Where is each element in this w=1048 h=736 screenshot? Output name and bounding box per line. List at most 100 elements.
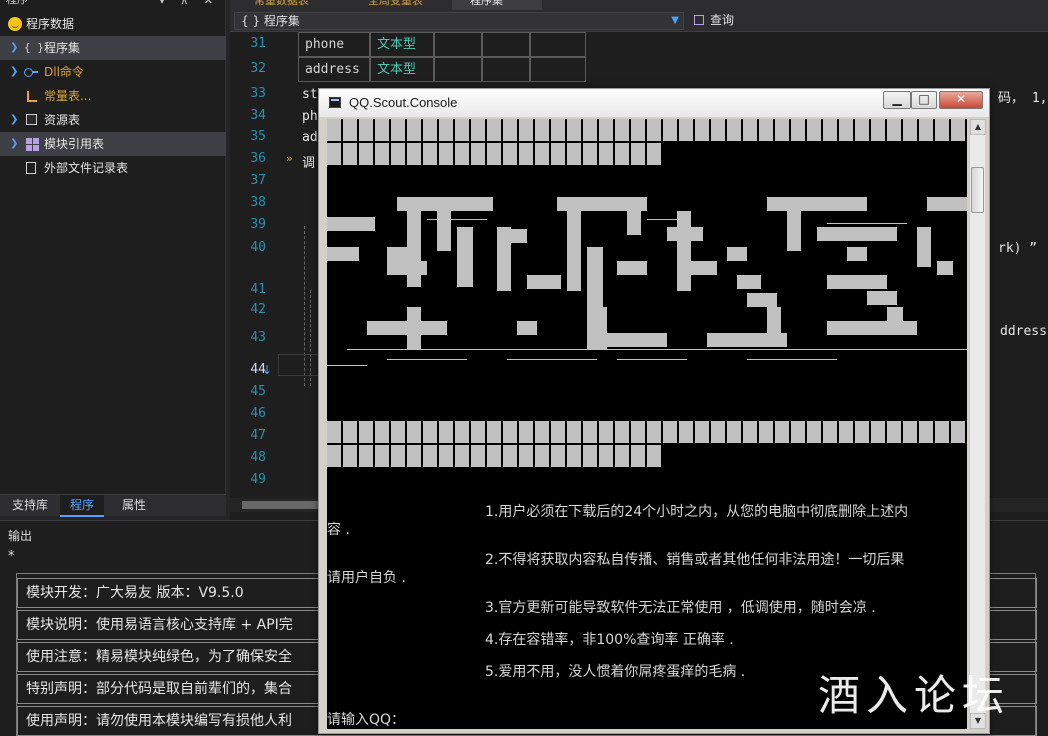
tab-assembly[interactable]: 程序集	[452, 0, 542, 10]
line-number: 38	[250, 195, 266, 210]
ascii-letter-block	[767, 197, 867, 211]
ascii-letter-block	[927, 197, 967, 211]
tree-item-module-refs[interactable]: ❯ 模块引用表	[0, 132, 226, 156]
table-cell-name[interactable]: address	[298, 57, 370, 82]
line-number-gutter: 31 32 33 34 35 36 37 38 39 40 41 42 43 44 ↓ 45 46 47 48 49	[230, 32, 272, 494]
code-line-43-tail: ddress	[1000, 324, 1047, 339]
ascii-bar-cell	[647, 119, 661, 141]
console-scrollbar[interactable]: ▲ ▼	[969, 119, 986, 729]
ascii-frame-line	[747, 359, 837, 360]
console-titlebar[interactable]: QQ.Scout.Console ▁ □ ✕	[319, 89, 989, 117]
table-cell-empty[interactable]	[434, 57, 482, 82]
panel-bottom-tabs: 支持库 程序 属性	[0, 494, 226, 517]
ascii-bar-cell	[567, 421, 581, 443]
tab-global-variables[interactable]: 全局变量表	[350, 0, 423, 10]
expand-arrow-icon[interactable]: »	[286, 152, 293, 165]
method-selector[interactable]: 查询	[688, 12, 1044, 30]
console-notice-5: 5.爱用不用，没人惯着你屌疼蛋痒的毛病 .	[485, 664, 746, 680]
table-cell-name[interactable]: phone	[298, 32, 370, 57]
ascii-bar-cell	[407, 445, 421, 467]
tab-constant-table[interactable]: 常量数据表	[236, 0, 309, 10]
console-window[interactable]: QQ.Scout.Console ▁ □ ✕ 1.用户必须在下载后的24个小时之…	[318, 88, 990, 734]
tree-item-constants[interactable]: 常量表...	[0, 84, 226, 108]
scrollbar-thumb[interactable]	[971, 167, 984, 213]
ascii-bar-cell	[583, 143, 597, 165]
tree-item-external-files[interactable]: 外部文件记录表	[0, 156, 226, 180]
tab-properties[interactable]: 属性	[112, 495, 156, 517]
chevron-right-icon[interactable]: ❯	[10, 132, 18, 156]
smiley-icon	[8, 17, 22, 31]
ascii-bar-cell	[839, 119, 853, 141]
ascii-bar-cell	[903, 119, 917, 141]
console-notice-2: 2.不得将获取内容私自传播、销售或者其他任何非法用途！一切后果	[485, 552, 905, 568]
document-tabs: 常量数据表 全局变量表 程序集	[230, 0, 1048, 10]
ascii-letter-block	[887, 307, 903, 335]
dropdown-arrow-icon[interactable]: ▼	[671, 13, 679, 29]
tree-item-assembly[interactable]: ❯ { } 程序集	[0, 36, 226, 60]
line-number: 39	[250, 217, 266, 232]
ascii-letter-block	[457, 227, 473, 287]
ascii-bar-cell	[839, 421, 853, 443]
ascii-bar-cell	[679, 421, 693, 443]
table-cell-empty[interactable]	[482, 57, 530, 82]
line-number: 47	[250, 428, 266, 443]
tree-item-label: Dll命令	[44, 65, 84, 79]
ascii-letter-block	[677, 261, 717, 275]
ascii-bar-cell	[919, 119, 933, 141]
chevron-right-icon[interactable]: ❯	[10, 60, 18, 84]
ascii-letter-block	[627, 211, 641, 235]
table-cell-empty[interactable]	[434, 32, 482, 57]
ascii-bar-cell	[327, 119, 341, 141]
close-button[interactable]: ✕	[939, 91, 983, 109]
console-output[interactable]: 1.用户必须在下载后的24个小时之内，从您的电脑中彻底删除上述内 容 . 2.不…	[327, 119, 967, 729]
ascii-bar-cell	[695, 421, 709, 443]
tree-item-program-data[interactable]: 程序数据	[0, 12, 226, 36]
ascii-bar-cell	[359, 119, 373, 141]
tree-item-dll-commands[interactable]: ❯ Dll命令	[0, 60, 226, 84]
console-prompt: 请输入QQ：	[327, 712, 406, 728]
ascii-bar-cell	[439, 119, 453, 141]
tab-support-library[interactable]: 支持库	[2, 495, 58, 517]
ascii-bar-cell	[519, 119, 533, 141]
ascii-bar-cell	[791, 421, 805, 443]
output-title: 输出	[8, 529, 33, 543]
ascii-bar-cell	[551, 445, 565, 467]
chevron-right-icon[interactable]: ❯	[10, 36, 18, 60]
console-app-icon	[329, 97, 341, 108]
tree-item-resources[interactable]: ❯ 资源表	[0, 108, 226, 132]
minimize-button[interactable]: ▁	[883, 91, 911, 109]
ascii-letter-block	[747, 293, 777, 307]
ascii-bar-cell	[759, 119, 773, 141]
maximize-button[interactable]: □	[911, 91, 937, 109]
assembly-selector-label: { } 程序集	[241, 14, 300, 28]
console-notice-3: 3.官方更新可能导致软件无法正常使用 ，低调使用，随时会凉 .	[485, 600, 876, 616]
chevron-right-icon[interactable]: ❯	[10, 108, 18, 132]
ascii-bar-cell	[807, 421, 821, 443]
table-cell-empty[interactable]	[530, 32, 586, 57]
table-cell-type[interactable]: 文本型	[370, 57, 434, 82]
ascii-bar-cell	[663, 421, 677, 443]
ascii-letter-block	[517, 321, 537, 335]
cube-icon	[694, 15, 704, 25]
ascii-bar-cell	[439, 445, 453, 467]
table-cell-type[interactable]: 文本型	[370, 32, 434, 57]
program-tree: 程序数据 ❯ { } 程序集 ❯ Dll命令 常量表... ❯ 资源表 ❯ 模块…	[0, 12, 226, 180]
assembly-selector[interactable]: { } 程序集 ▼	[234, 12, 684, 30]
table-cell-empty[interactable]	[482, 32, 530, 57]
ascii-letter-block	[827, 275, 887, 289]
ascii-bar-cell	[455, 445, 469, 467]
ascii-bar-cell	[615, 119, 629, 141]
ascii-bar-cell	[327, 143, 341, 165]
ascii-bar-cell	[439, 421, 453, 443]
table-cell-empty[interactable]	[530, 57, 586, 82]
line-number: 49	[250, 472, 266, 487]
ascii-letter-block	[407, 211, 421, 287]
line-number: 46	[250, 406, 266, 421]
scroll-up-arrow-icon[interactable]: ▲	[970, 119, 986, 135]
ascii-letter-block	[327, 217, 375, 231]
ascii-letter-block	[387, 261, 427, 275]
tab-program[interactable]: 程序	[60, 495, 105, 517]
ascii-bar-cell	[455, 119, 469, 141]
panel-title-icons[interactable]: ▾ ⊼ ✕	[159, 0, 219, 7]
ascii-letter-block	[557, 197, 647, 211]
